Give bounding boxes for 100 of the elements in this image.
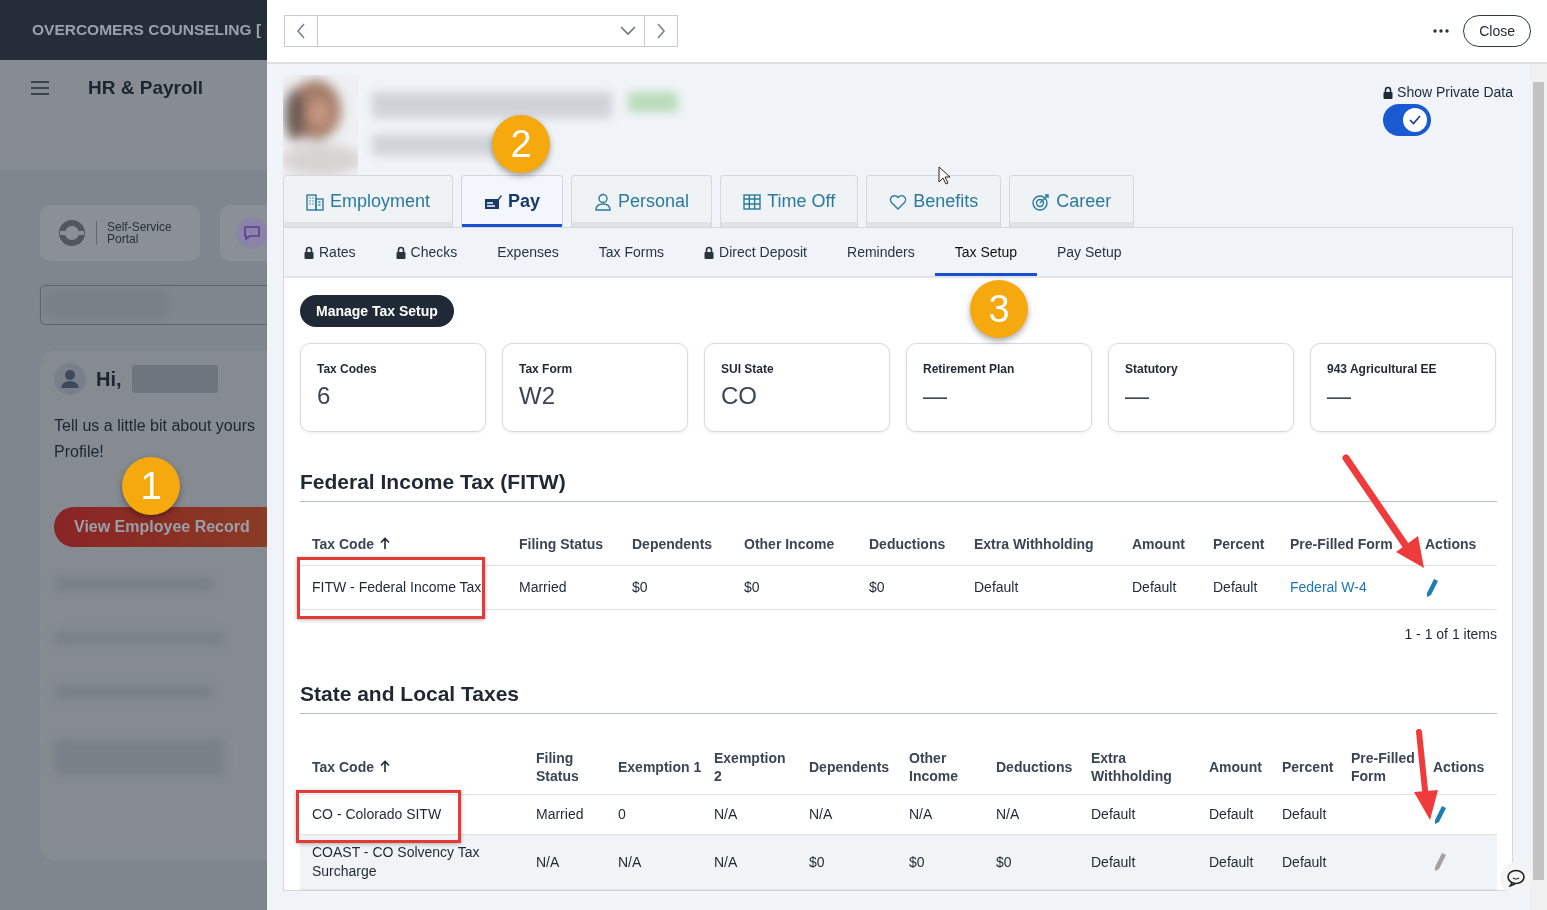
- table-cell: $0: [909, 852, 925, 872]
- column-header[interactable]: Deductions: [869, 534, 946, 553]
- sort-arrow-icon: [380, 537, 390, 550]
- column-header[interactable]: Amount: [1132, 534, 1185, 553]
- column-header[interactable]: Pre-Filled Form: [1351, 748, 1421, 785]
- org-title: OVERCOMERS COUNSELING [: [32, 21, 262, 39]
- column-header[interactable]: Other Income: [744, 534, 835, 553]
- greeting: Hi,: [96, 367, 122, 391]
- column-header[interactable]: Exemption 2: [714, 748, 797, 785]
- table-cell: Default: [1209, 805, 1254, 824]
- card-label: Tax Codes: [317, 362, 378, 376]
- column-header[interactable]: Extra Withholding: [1091, 748, 1197, 785]
- app-title: HR & Payroll: [88, 76, 204, 100]
- heart-icon: [889, 192, 908, 211]
- lock-icon: [395, 245, 406, 259]
- subtab[interactable]: Tax Setup: [934, 228, 1037, 276]
- manage-tax-setup-button[interactable]: Manage Tax Setup: [300, 295, 454, 327]
- cursor-icon: [938, 166, 952, 186]
- card-value: CO: [721, 382, 758, 410]
- more-icon[interactable]: [1433, 29, 1450, 33]
- column-header[interactable]: Deductions: [996, 757, 1073, 776]
- table-cell: 0: [618, 805, 626, 824]
- table-cell: $0: [869, 578, 885, 597]
- close-button[interactable]: Close: [1463, 15, 1531, 47]
- column-header[interactable]: Amount: [1209, 757, 1262, 776]
- table-cell: FITW - Federal Income Tax: [312, 578, 482, 597]
- table-cell: N/A: [714, 852, 738, 872]
- tab[interactable]: Career: [1009, 175, 1135, 227]
- subtab[interactable]: Pay Setup: [1037, 228, 1142, 276]
- card-value: 6: [317, 382, 332, 410]
- table-cell: $0: [809, 852, 825, 872]
- table-cell: $0: [632, 578, 648, 597]
- chevron-down-icon: [620, 26, 636, 36]
- column-header[interactable]: Dependents: [809, 757, 890, 776]
- column-header[interactable]: Filing Status: [519, 534, 603, 553]
- table-cell: N/A: [909, 805, 933, 824]
- table-cell: Married: [536, 805, 584, 824]
- table-cell: Default: [1091, 805, 1136, 824]
- card-value: —: [923, 382, 948, 410]
- subtab[interactable]: Checks: [375, 228, 478, 276]
- checkmark-icon: [1408, 114, 1423, 126]
- column-header[interactable]: Other Income: [909, 748, 984, 785]
- sort-arrow-icon: [380, 760, 390, 773]
- column-header[interactable]: Percent: [1282, 757, 1334, 776]
- card-value: —: [1327, 382, 1352, 410]
- status-badge: [628, 92, 678, 112]
- scrollbar[interactable]: [1530, 64, 1547, 910]
- column-header[interactable]: Extra Withholding: [974, 534, 1094, 553]
- form-link[interactable]: Federal W-4: [1290, 578, 1367, 597]
- column-header[interactable]: Tax Code: [312, 534, 390, 553]
- tab[interactable]: Benefits: [866, 175, 1002, 227]
- table-cell-text: COAST - CO Solvency Tax Surcharge: [312, 843, 481, 881]
- calendar-icon: [743, 192, 762, 211]
- card-label: 943 Agricultural EE: [1327, 362, 1438, 376]
- subtab[interactable]: Tax Forms: [578, 228, 685, 276]
- subtab[interactable]: Reminders: [827, 228, 935, 276]
- table-cell: N/A: [536, 852, 560, 872]
- column-header[interactable]: Dependents: [632, 534, 713, 553]
- chat-icon: [1506, 869, 1526, 887]
- table-cell: $0: [744, 578, 760, 597]
- person-icon: [594, 192, 613, 211]
- table-cell: Default: [974, 578, 1019, 597]
- private-data-toggle[interactable]: [1383, 104, 1432, 136]
- subtab[interactable]: Direct Deposit: [684, 228, 827, 276]
- menu-icon[interactable]: [30, 80, 50, 96]
- tab[interactable]: Employment: [283, 175, 454, 227]
- edit-icon[interactable]: [1425, 577, 1439, 598]
- column-header[interactable]: Exemption 1: [618, 757, 702, 776]
- table-cell: Married: [519, 578, 567, 597]
- table-cell: N/A: [996, 805, 1020, 824]
- table-cell: $0: [996, 852, 1012, 872]
- subtab[interactable]: Expenses: [477, 228, 579, 276]
- column-header[interactable]: Filing Status: [536, 748, 606, 785]
- section-heading: State and Local Taxes: [300, 680, 1497, 714]
- tab[interactable]: Time Off: [720, 175, 859, 227]
- edit-icon[interactable]: [1433, 804, 1447, 825]
- check-icon: [484, 192, 503, 211]
- subtab[interactable]: Rates: [284, 228, 376, 276]
- avatar-icon: [54, 363, 86, 395]
- column-header[interactable]: Actions: [1425, 534, 1477, 553]
- building-icon: [306, 192, 324, 211]
- lock-icon: [1383, 85, 1394, 99]
- pager-text: 1 - 1 of 1 items: [1404, 626, 1497, 642]
- tab[interactable]: Pay: [461, 175, 564, 227]
- search-field[interactable]: [40, 285, 267, 325]
- column-header[interactable]: Percent: [1213, 534, 1265, 553]
- table-cell: Default: [1282, 852, 1327, 872]
- column-header[interactable]: Pre-Filled Form: [1290, 534, 1393, 553]
- chat-icon[interactable]: [236, 217, 267, 249]
- tab[interactable]: Personal: [571, 175, 713, 227]
- portal-card[interactable]: Self-Service Portal: [40, 205, 200, 261]
- chevron-left-icon: [296, 23, 306, 39]
- column-header[interactable]: Tax Code: [312, 757, 390, 776]
- table-cell: Default: [1091, 852, 1136, 872]
- target-icon: [1032, 192, 1051, 211]
- table-cell: N/A: [809, 805, 833, 824]
- column-header[interactable]: Actions: [1433, 757, 1485, 776]
- lock-icon: [704, 245, 715, 259]
- table-cell: Default: [1213, 578, 1258, 597]
- chevron-right-icon: [656, 23, 666, 39]
